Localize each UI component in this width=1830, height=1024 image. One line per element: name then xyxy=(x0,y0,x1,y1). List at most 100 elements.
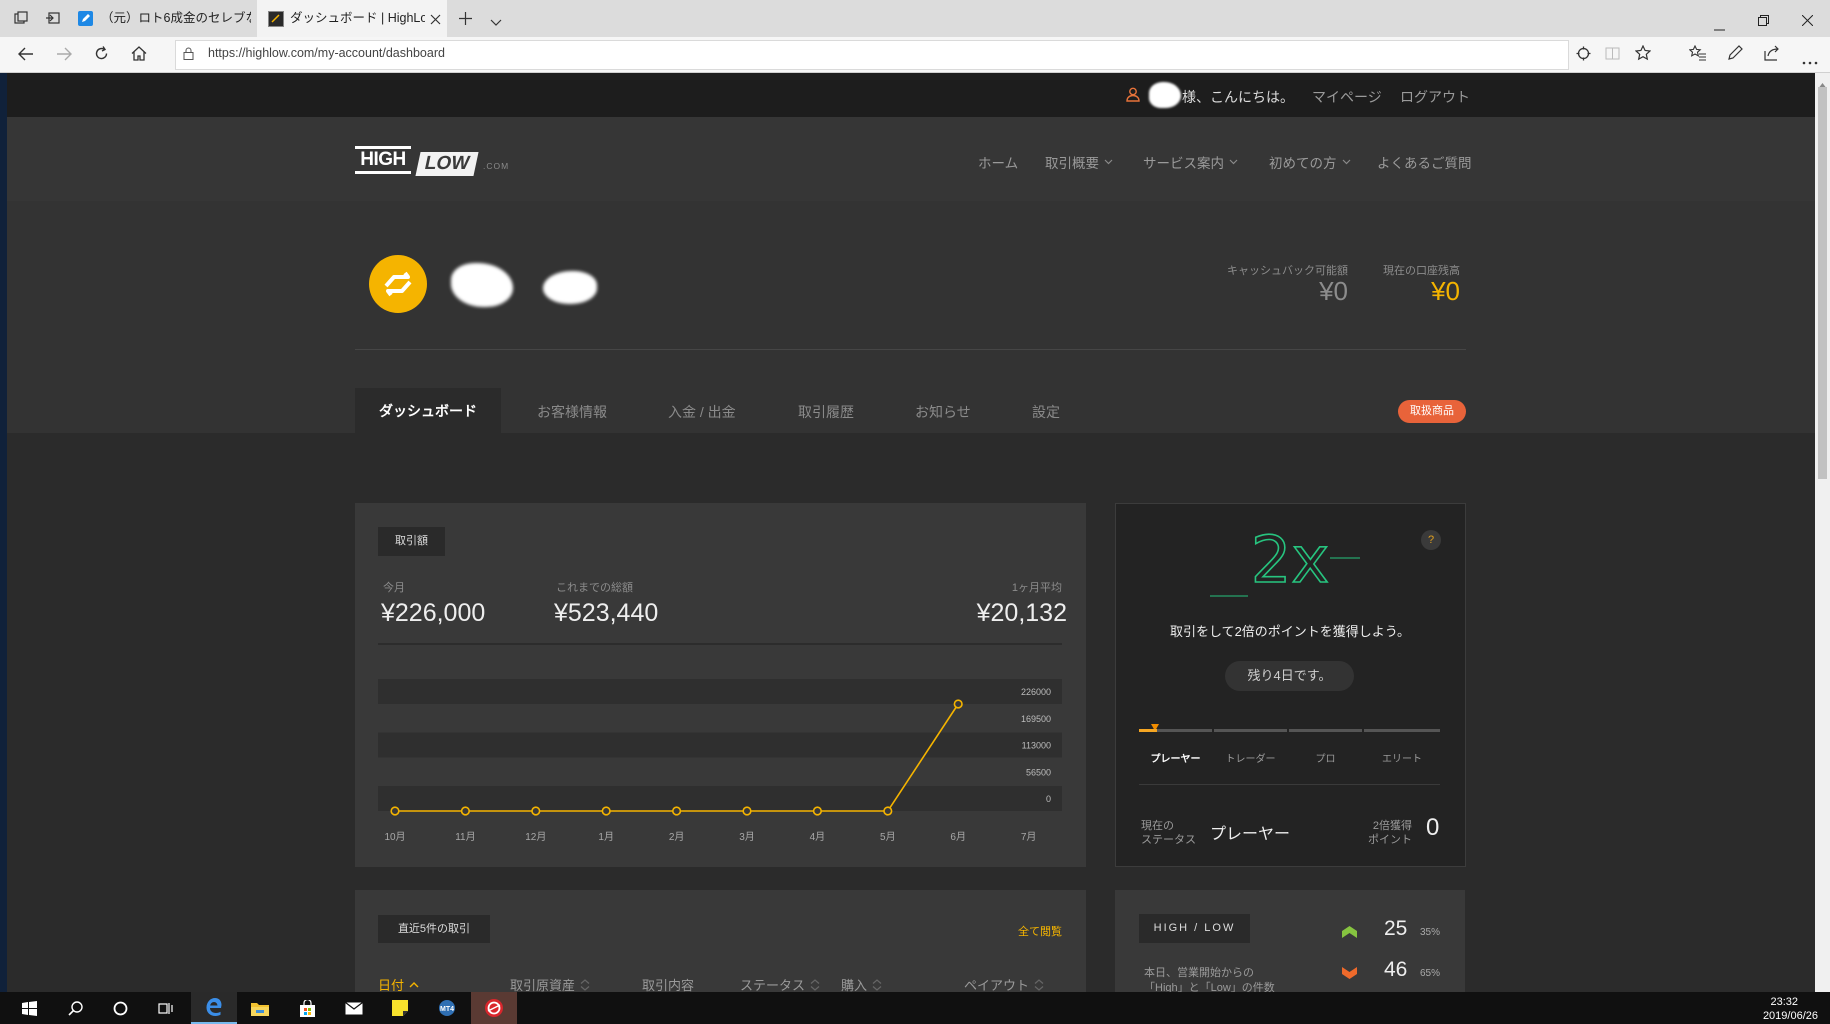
tabs-aside-icon[interactable] xyxy=(14,11,28,30)
extension-icon[interactable] xyxy=(1576,46,1591,66)
tab-deposit-withdraw[interactable]: 入金 / 出金 xyxy=(668,402,736,422)
data-point[interactable] xyxy=(953,699,963,709)
start-windows-icon[interactable] xyxy=(6,992,52,1024)
tab-customer-info[interactable]: お客様情報 xyxy=(537,402,607,422)
remaining-days-pill: 残り4日です。 xyxy=(1225,661,1354,691)
tab-title: （元）ロト6成金のセレブな私: xyxy=(101,11,251,25)
more-menu-icon[interactable] xyxy=(1802,52,1818,70)
security-app-icon[interactable] xyxy=(471,992,517,1024)
logout-link[interactable]: ログアウト xyxy=(1400,87,1470,107)
minimize-icon[interactable] xyxy=(1714,18,1725,36)
highlow-logo[interactable]: HIGH LOW .COM xyxy=(355,142,515,178)
lock-icon[interactable] xyxy=(183,47,194,65)
nav-trading-overview[interactable]: 取引概要 xyxy=(1045,152,1113,172)
nav-home[interactable]: ホーム xyxy=(978,152,1018,172)
metatrader-icon[interactable]: MT4 xyxy=(424,992,470,1024)
back-icon[interactable] xyxy=(18,47,34,66)
chart-grid-band xyxy=(378,732,1062,758)
data-point[interactable] xyxy=(390,806,400,816)
redaction-scribble xyxy=(1149,82,1181,108)
taskbar-date[interactable]: 2019/06/26 xyxy=(1763,1010,1818,1022)
data-point[interactable] xyxy=(672,806,682,816)
data-point[interactable] xyxy=(601,806,611,816)
tab-favicon-icon xyxy=(78,11,93,26)
monthly-average-value: ¥20,132 xyxy=(976,599,1067,627)
points-label-line2: ポイント xyxy=(1368,834,1412,846)
data-point[interactable] xyxy=(460,806,470,816)
window-left-edge xyxy=(0,73,7,992)
search-icon[interactable] xyxy=(52,992,98,1024)
tab-label: ダッシュボード xyxy=(379,402,477,419)
view-all-link[interactable]: 全て閲覧 xyxy=(1018,923,1062,939)
high-arrow-icon xyxy=(1342,925,1357,943)
tab-trade-history[interactable]: 取引履歴 xyxy=(798,402,854,422)
user-icon xyxy=(1126,87,1140,107)
favorite-star-icon[interactable] xyxy=(1634,44,1652,66)
task-view-icon[interactable] xyxy=(143,992,189,1024)
stats-divider xyxy=(378,643,1062,645)
store-icon[interactable] xyxy=(284,992,330,1024)
cortana-icon[interactable] xyxy=(97,992,143,1024)
reading-view-icon[interactable] xyxy=(1605,46,1620,66)
tab-dashboard[interactable]: ダッシュボード xyxy=(355,388,501,433)
greeting-text: 様、こんにちは。 xyxy=(1182,89,1294,105)
cashback-value: ¥0 xyxy=(1319,276,1348,306)
y-tick-label: 113000 xyxy=(1022,741,1051,751)
forward-icon[interactable] xyxy=(56,47,72,66)
taskbar-time[interactable]: 23:32 xyxy=(1770,996,1798,1008)
data-point[interactable] xyxy=(883,806,893,816)
nav-faq[interactable]: よくあるご質問 xyxy=(1377,152,1472,172)
new-tab-icon[interactable] xyxy=(459,12,472,30)
share-icon[interactable] xyxy=(1764,45,1780,66)
scrollbar-thumb[interactable] xyxy=(1818,87,1827,479)
nav-beginners[interactable]: 初めての方 xyxy=(1269,152,1351,172)
tab-preview-chevron-icon[interactable] xyxy=(490,14,502,32)
products-button[interactable]: 取扱商品 xyxy=(1398,400,1466,423)
high-low-description-line1: 本日、営業開始からの xyxy=(1144,967,1254,979)
x-tick-label: 12月 xyxy=(525,831,546,843)
chevron-down-icon xyxy=(1342,159,1350,165)
nav-label: よくあるご質問 xyxy=(1377,156,1472,171)
nav-services[interactable]: サービス案内 xyxy=(1143,152,1238,172)
file-explorer-icon[interactable] xyxy=(237,992,283,1024)
close-window-icon[interactable] xyxy=(1801,13,1814,31)
set-tabs-aside-icon[interactable] xyxy=(45,11,60,30)
edge-browser-icon[interactable] xyxy=(191,992,237,1024)
mail-icon[interactable] xyxy=(331,992,377,1024)
x-tick-label: 3月 xyxy=(739,831,755,843)
nav-label: サービス案内 xyxy=(1143,156,1224,171)
y-tick-label: 169500 xyxy=(1021,714,1051,724)
nav-label: ホーム xyxy=(978,156,1019,171)
data-point[interactable] xyxy=(812,806,823,816)
double-points-message: 取引をして2倍のポイントを獲得しよう。 xyxy=(1169,624,1411,639)
total-value: ¥523,440 xyxy=(554,599,659,627)
this-month-label: 今月 xyxy=(383,582,405,594)
data-point[interactable] xyxy=(531,806,541,816)
nav-label: 取引概要 xyxy=(1045,156,1099,171)
notes-pen-icon[interactable] xyxy=(1727,45,1743,66)
profile-header xyxy=(7,201,1815,433)
total-label: これまでの総額 xyxy=(556,582,633,594)
x-tick-label: 11月 xyxy=(455,831,475,843)
refresh-icon[interactable] xyxy=(94,46,109,66)
sticky-notes-icon[interactable] xyxy=(377,992,423,1024)
tab-title: ダッシュボード | HighLow xyxy=(290,11,425,25)
tab-settings[interactable]: 設定 xyxy=(1032,402,1060,422)
balance-value: ¥0 xyxy=(1431,276,1460,306)
sort-up-icon xyxy=(409,982,419,988)
restore-icon[interactable] xyxy=(1758,13,1769,31)
url-text[interactable]: https://highlow.com/my-account/dashboard xyxy=(208,46,445,60)
tab-notices[interactable]: お知らせ xyxy=(915,402,971,422)
home-icon[interactable] xyxy=(131,46,147,66)
browser-tab-active[interactable]: ダッシュボード | HighLow xyxy=(257,0,447,37)
browser-tab[interactable]: （元）ロト6成金のセレブな私: xyxy=(68,0,257,37)
trade-amount-chart: 226000 169500 113000 56500 0 10月 11月 12月 1月 2月 3月 4… xyxy=(378,679,1062,843)
y-tick-label: 226000 xyxy=(1021,687,1051,697)
monthly-average-label: 1ヶ月平均 xyxy=(1011,582,1062,594)
favorites-hub-icon[interactable] xyxy=(1688,44,1706,66)
site-nav xyxy=(7,117,1815,201)
mypage-link[interactable]: マイページ xyxy=(1312,87,1382,107)
level-segment xyxy=(1214,729,1287,732)
close-tab-icon[interactable] xyxy=(430,12,441,30)
data-point[interactable] xyxy=(742,806,752,816)
